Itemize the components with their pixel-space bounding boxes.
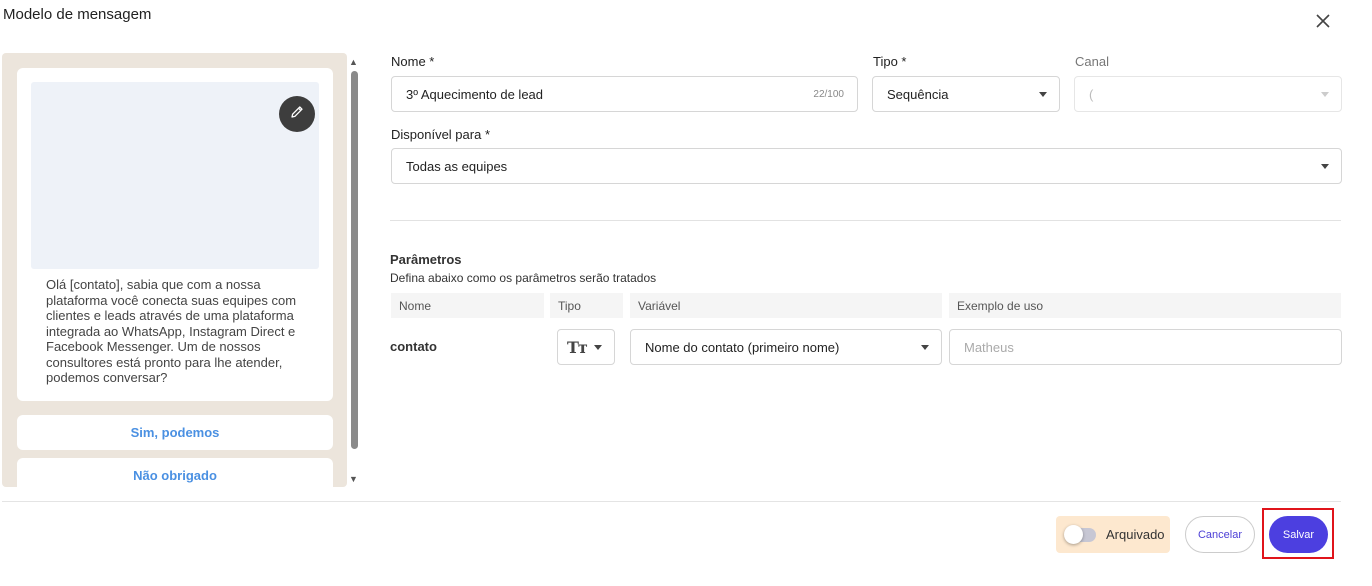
archived-label: Arquivado bbox=[1106, 527, 1165, 542]
type-label: Tipo * bbox=[873, 54, 907, 69]
header-example: Exemplo de uso bbox=[949, 293, 1341, 318]
param-name: contato bbox=[390, 339, 437, 354]
channel-label: Canal bbox=[1075, 54, 1109, 69]
edit-media-button[interactable] bbox=[279, 96, 315, 132]
header-name: Nome bbox=[391, 293, 544, 318]
param-variable-select[interactable]: Nome do contato (primeiro nome) bbox=[630, 329, 942, 365]
name-input[interactable]: 3º Aquecimento de lead 22/100 bbox=[391, 76, 858, 112]
scroll-up-arrow[interactable]: ▲ bbox=[349, 57, 358, 67]
header-type: Tipo bbox=[550, 293, 623, 318]
close-icon[interactable] bbox=[1313, 11, 1333, 31]
name-value: 3º Aquecimento de lead bbox=[406, 86, 544, 102]
available-value: Todas as equipes bbox=[406, 158, 508, 174]
channel-select[interactable]: ( bbox=[1074, 76, 1342, 112]
dialog-title: Modelo de mensagem bbox=[3, 6, 152, 23]
save-button[interactable]: Salvar bbox=[1269, 516, 1328, 553]
param-type-select[interactable]: Tт bbox=[557, 329, 615, 365]
header-variable: Variável bbox=[630, 293, 942, 318]
param-example-placeholder: Matheus bbox=[964, 339, 1014, 355]
footer-divider bbox=[2, 501, 1341, 502]
parameters-description: Defina abaixo como os parâmetros serão t… bbox=[390, 271, 657, 285]
media-placeholder bbox=[31, 82, 319, 269]
scroll-down-arrow[interactable]: ▼ bbox=[349, 474, 358, 484]
type-value: Sequência bbox=[887, 86, 949, 102]
channel-value: ( bbox=[1089, 86, 1094, 102]
param-variable-value: Nome do contato (primeiro nome) bbox=[645, 339, 840, 355]
type-select[interactable]: Sequência bbox=[872, 76, 1060, 112]
text-type-icon: Tт bbox=[567, 337, 588, 357]
cancel-button[interactable]: Cancelar bbox=[1185, 516, 1255, 553]
chevron-down-icon bbox=[1321, 164, 1329, 169]
chevron-down-icon bbox=[1321, 92, 1329, 97]
quick-reply-button[interactable]: Não obrigado bbox=[17, 458, 333, 487]
parameters-title: Parâmetros bbox=[390, 252, 462, 267]
chevron-down-icon bbox=[594, 345, 602, 350]
toggle-switch[interactable] bbox=[1064, 524, 1096, 544]
available-label: Disponível para * bbox=[391, 127, 490, 142]
param-example-input[interactable]: Matheus bbox=[949, 329, 1342, 365]
section-divider bbox=[390, 220, 1341, 221]
preview-message-text: Olá [contato], sabia que com a nossa pla… bbox=[46, 277, 297, 385]
message-bubble: Olá [contato], sabia que com a nossa pla… bbox=[17, 68, 333, 401]
chevron-down-icon bbox=[921, 345, 929, 350]
quick-reply-button[interactable]: Sim, podemos bbox=[17, 415, 333, 450]
name-label: Nome * bbox=[391, 54, 435, 69]
available-select[interactable]: Todas as equipes bbox=[391, 148, 1342, 184]
chevron-down-icon bbox=[1039, 92, 1047, 97]
scrollbar-thumb[interactable] bbox=[351, 71, 358, 449]
message-preview: Olá [contato], sabia que com a nossa pla… bbox=[2, 53, 347, 487]
archived-toggle[interactable]: Arquivado bbox=[1056, 516, 1170, 553]
pencil-icon bbox=[289, 104, 305, 125]
name-counter: 22/100 bbox=[813, 89, 844, 100]
